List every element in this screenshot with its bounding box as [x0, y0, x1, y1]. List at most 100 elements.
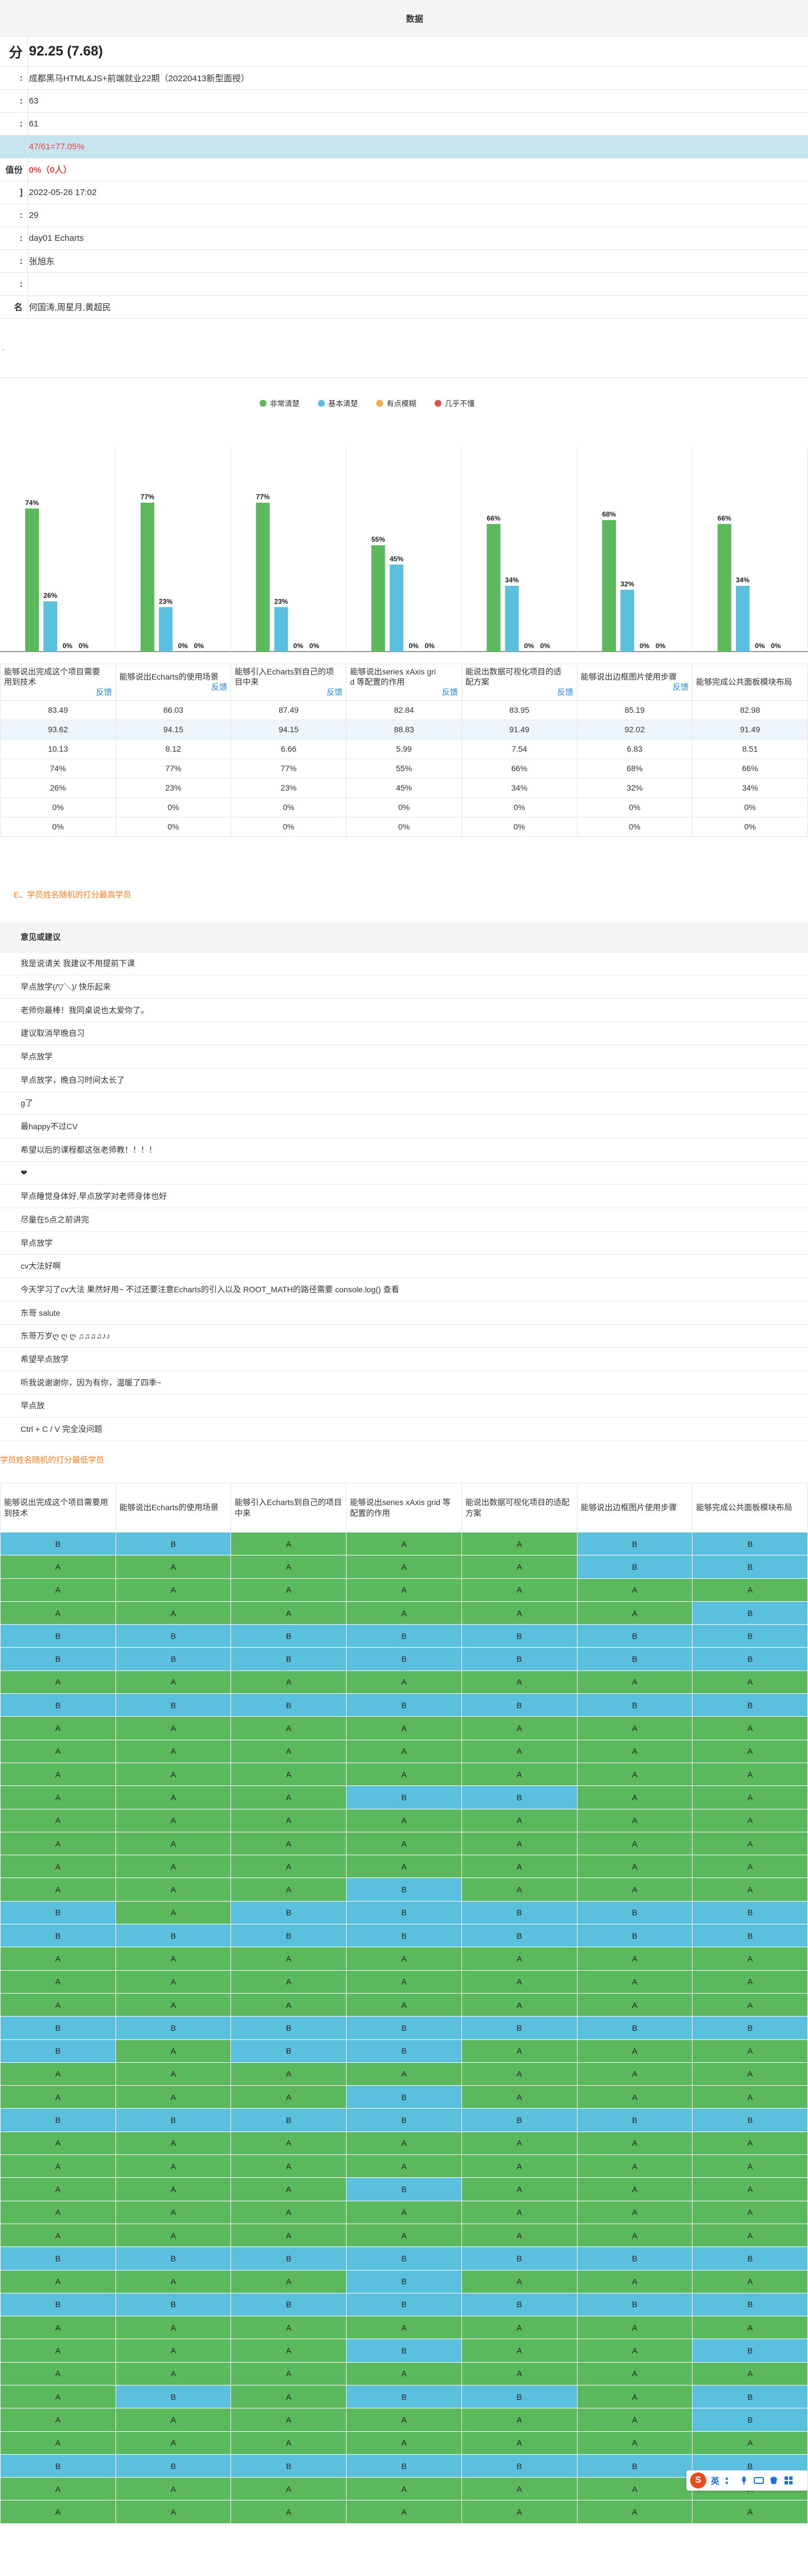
- stats-cell: 94.15: [115, 719, 232, 740]
- grade-cell: B: [461, 1624, 578, 1648]
- grade-cell: A: [0, 2500, 116, 2524]
- legend-swatch: [435, 400, 441, 407]
- grades-row: AAAAAAA: [0, 1739, 808, 1763]
- grade-cell: A: [115, 1831, 232, 1856]
- feedback-link[interactable]: 反馈: [120, 682, 227, 692]
- grade-cell: A: [461, 1878, 578, 1902]
- grade-cell: B: [576, 2454, 693, 2478]
- grade-cell: A: [692, 2085, 808, 2109]
- grade-cell: A: [692, 2361, 808, 2386]
- grades-row: AAAAAAA: [0, 2223, 808, 2248]
- suggestion-row: 希望早点放学: [0, 1347, 808, 1371]
- grade-cell: A: [230, 2200, 347, 2224]
- grades-row: AAAAAAA: [0, 1762, 808, 1787]
- ime-toolbar[interactable]: S 英: [686, 2470, 808, 2491]
- suggestion-text: 东哥万岁ღ ღ ღ ♫♫♫♫♪♪: [0, 1324, 808, 1348]
- bar-value-label: 74%: [25, 499, 39, 507]
- bar-value-label: 0%: [62, 642, 73, 650]
- grades-row: AAAAAAA: [0, 2361, 808, 2386]
- skin-icon[interactable]: [769, 2475, 779, 2486]
- grade-cell: A: [0, 2223, 116, 2248]
- grades-row: AAAAABB: [0, 1555, 808, 1579]
- grade-cell: A: [576, 1785, 693, 1809]
- bar-value-label: 0%: [639, 642, 650, 650]
- grade-cell: A: [115, 1878, 232, 1902]
- grade-cell: A: [115, 1855, 232, 1879]
- stats-row: 26% 23% 23% 45% 34% 32% 34%: [0, 777, 808, 798]
- ime-logo-icon[interactable]: S: [690, 2472, 706, 2488]
- grade-cell: A: [346, 1578, 462, 1602]
- info-row: 值份 0%（0人）: [0, 158, 808, 181]
- grade-cell: B: [576, 1900, 693, 1925]
- grade-cell: B: [0, 1900, 116, 1925]
- grade-cell: B: [0, 2292, 116, 2317]
- grade-cell: A: [230, 2500, 347, 2524]
- grade-cell: B: [576, 2292, 693, 2317]
- grades-column-header: 能够引入Echarts到自己的项目中来: [230, 1483, 347, 1533]
- grade-cell: A: [115, 1601, 232, 1625]
- grade-cell: B: [576, 2016, 693, 2040]
- punctuation-icon[interactable]: [724, 2475, 734, 2486]
- bar: [274, 607, 288, 652]
- grade-cell: A: [692, 1855, 808, 1879]
- stats-column-label: 能够说出边框图片使用步骤: [580, 672, 677, 682]
- suggestion-row: 东哥 salute: [0, 1301, 808, 1325]
- stats-cell: 0%: [0, 816, 116, 837]
- stats-column-header: 能够引入Echarts到自己的项 目中来 反馈: [230, 664, 347, 701]
- feedback-link[interactable]: 反馈: [465, 687, 574, 697]
- bar-value-label: 34%: [736, 576, 750, 584]
- suggestion-row: 老师你最棒！我同桌说也太爱你了。: [0, 998, 808, 1022]
- stats-cell: 82.84: [346, 700, 462, 720]
- stats-cell: 92.02: [576, 719, 693, 740]
- info-row: ] 2022-05-26 17:02: [0, 181, 808, 204]
- grade-cell: B: [692, 2384, 808, 2409]
- microphone-icon[interactable]: [739, 2475, 749, 2486]
- stats-cell: 87.49: [230, 700, 347, 720]
- grade-cell: A: [115, 2339, 232, 2363]
- info-value: [27, 272, 808, 296]
- grade-cell: A: [576, 2223, 693, 2248]
- bar-value-label: 0%: [425, 642, 435, 650]
- grades-row: BBBBBBB: [0, 2292, 808, 2317]
- grade-cell: A: [461, 2361, 578, 2386]
- feedback-link[interactable]: 反馈: [234, 687, 343, 697]
- grade-cell: A: [346, 2223, 462, 2248]
- grades-row: AAAAAAA: [0, 2154, 808, 2178]
- toolbox-icon[interactable]: [783, 2475, 794, 2486]
- feedback-link[interactable]: 反馈: [350, 687, 458, 697]
- grade-cell: A: [692, 2177, 808, 2201]
- grade-cell: A: [0, 1808, 116, 1832]
- grade-cell: A: [115, 2431, 232, 2455]
- grades-row: BBBBBBB: [0, 1693, 808, 1717]
- grade-cell: B: [115, 1693, 232, 1717]
- grade-cell: A: [692, 1578, 808, 1602]
- grade-cell: A: [115, 1947, 232, 1971]
- grade-cell: B: [115, 2246, 232, 2271]
- ime-language-toggle[interactable]: 英: [711, 2475, 719, 2487]
- grade-cell: B: [461, 2108, 578, 2132]
- grades-row: BBBBBBB: [0, 1647, 808, 1671]
- grade-cell: A: [692, 1947, 808, 1971]
- keyboard-icon[interactable]: [754, 2475, 765, 2486]
- grade-cell: A: [576, 2408, 693, 2432]
- grade-cell: A: [692, 2316, 808, 2340]
- bar-value-label: 0%: [178, 642, 188, 650]
- grade-cell: A: [692, 2154, 808, 2178]
- grade-cell: B: [346, 1878, 462, 1902]
- legend-label: 有点模糊: [387, 399, 416, 408]
- grade-cell: B: [115, 2454, 232, 2478]
- grade-cell: A: [230, 1601, 347, 1625]
- stats-column-label: 能够说出Echarts的使用场景: [119, 672, 219, 682]
- info-key: :: [0, 272, 28, 296]
- grade-cell: B: [346, 2384, 462, 2409]
- bar-value-label: 66%: [487, 514, 500, 522]
- grade-cell: A: [115, 1578, 232, 1602]
- grade-cell: A: [230, 1992, 347, 2017]
- grade-cell: B: [461, 1647, 578, 1671]
- grade-cell: A: [576, 1670, 693, 1694]
- feedback-link[interactable]: 反馈: [4, 687, 112, 697]
- feedback-link[interactable]: 反馈: [581, 682, 688, 692]
- grade-cell: A: [346, 2200, 462, 2224]
- grade-cell: A: [346, 2361, 462, 2386]
- grade-cell: A: [346, 1716, 462, 1740]
